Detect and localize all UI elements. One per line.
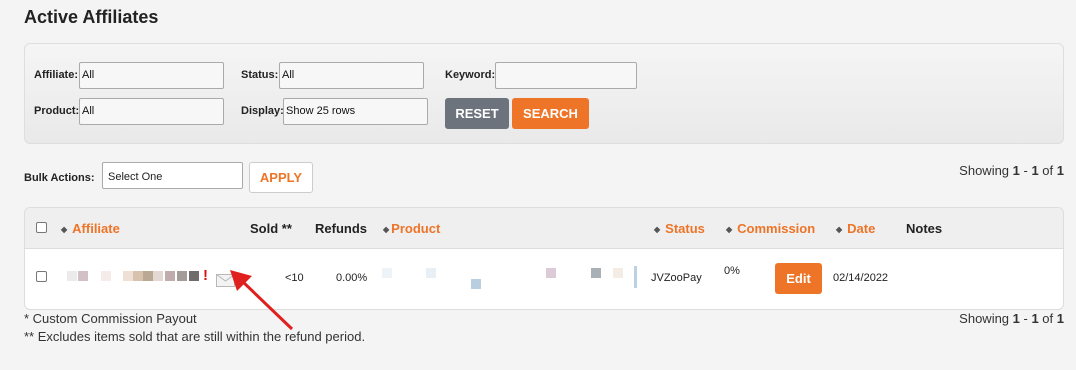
reset-button[interactable]: RESET [445,98,509,129]
red-arrow [230,270,294,331]
product-filter-label: Product: [34,105,80,117]
row-checkbox[interactable] [36,271,47,282]
filter-panel: Affiliate: All Status: All Keyword: Prod… [24,43,1064,144]
search-button[interactable]: SEARCH [512,98,589,129]
date-column-header[interactable]: ◆ Date [836,221,875,236]
sort-icon: ◆ [836,225,843,234]
select-all-checkbox[interactable] [36,222,47,233]
affiliate-filter-label: Affiliate: [34,69,78,81]
keyword-filter-label: Keyword: [445,69,496,81]
status-filter-label: Status: [241,69,279,81]
sold-column-header: Sold ** [250,221,292,236]
table-header: ◆ Affiliate Sold ** Refunds ◆ Product ◆ Sta… [25,208,1063,249]
commission-cell: 0% [724,265,740,277]
keyword-input[interactable] [495,62,637,89]
sort-icon: ◆ [654,225,661,234]
sort-icon: ◆ [726,225,733,234]
notes-column-header: Notes [906,221,943,236]
display-filter-label: Display: [241,105,284,117]
product-filter-select[interactable]: All [79,98,224,125]
apply-button[interactable]: APPLY [249,162,313,193]
pagination-summary-top: Showing 1 - 1 of 1 [959,163,1064,178]
status-filter-select[interactable]: All [279,62,424,89]
refunds-column-header: Refunds [315,221,367,236]
affiliate-filter-select[interactable]: All [79,62,224,89]
page-title: Active Affiliates [24,7,159,27]
bulk-actions-label: Bulk Actions: [24,172,95,184]
status-column-header[interactable]: ◆ Status [654,221,705,236]
sort-icon: ◆ [61,225,68,234]
status-cell: JVZooPay [651,272,702,284]
custom-commission-flag: ! [203,267,208,284]
refund-period-footnote: ** Excludes items sold that are still wi… [24,329,366,344]
product-column-header[interactable]: ◆ Product [383,221,440,236]
pagination-summary-bottom: Showing 1 - 1 of 1 [959,311,1064,326]
date-cell: 02/14/2022 [833,272,889,284]
bulk-actions-select[interactable]: Select One [102,162,243,189]
sort-icon: ◆ [383,225,390,234]
display-rows-select[interactable]: Show 25 rows [283,98,428,125]
affiliate-column-header[interactable]: ◆ Affiliate [61,221,120,236]
affiliates-table: ◆ Affiliate Sold ** Refunds ◆ Product ◆ Sta… [24,207,1064,310]
custom-commission-footnote: * Custom Commission Payout [24,311,197,326]
edit-button[interactable]: Edit [775,263,822,294]
commission-column-header[interactable]: ◆ Commission [726,221,815,236]
refunds-cell: 0.00% [336,272,368,284]
